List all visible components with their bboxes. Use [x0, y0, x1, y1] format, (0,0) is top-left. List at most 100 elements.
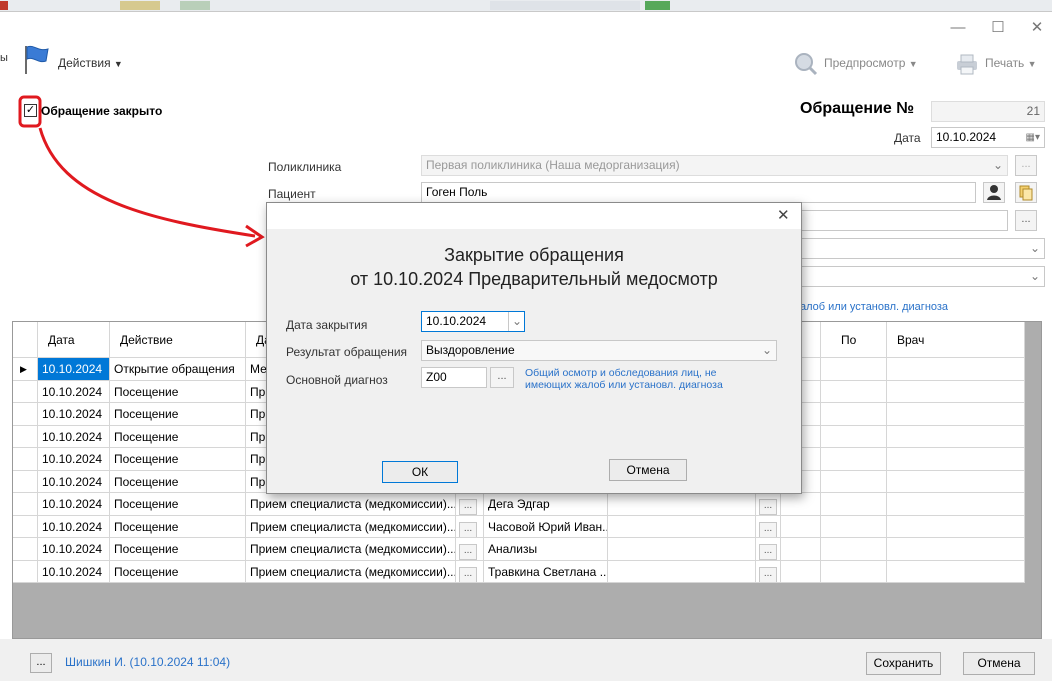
cell-doctor-name: [887, 493, 1025, 516]
diagnosis-code-field[interactable]: Z00: [421, 367, 487, 388]
chevron-down-icon: ▼: [908, 59, 918, 69]
copy-icon[interactable]: [1015, 182, 1037, 203]
chevron-down-icon[interactable]: ⌄: [507, 312, 522, 331]
cell-date: 10.10.2024: [38, 470, 110, 493]
row-dots-button[interactable]: ...: [759, 566, 777, 583]
strip-segment: [120, 1, 160, 10]
cell-blank: [608, 493, 756, 516]
cell-doctor: Часовой Юрий Иван...: [484, 515, 608, 538]
chevron-down-icon: ⌄: [1029, 241, 1040, 255]
row3-dots-button[interactable]: ...: [1015, 210, 1037, 231]
date-label: Дата: [894, 131, 921, 145]
date-field[interactable]: 10.10.2024 ▦▾: [931, 127, 1045, 148]
person-icon[interactable]: [983, 182, 1005, 203]
cell-type: Прием специалиста (медкомиссии)...: [246, 515, 456, 538]
diagnosis-link-fragment[interactable]: алоб или установл. диагноза: [800, 301, 948, 313]
row-header: [13, 538, 38, 561]
cell-blank2: [781, 560, 821, 583]
row-dots-button[interactable]: ...: [759, 499, 777, 515]
row-dots-button[interactable]: ...: [459, 566, 477, 583]
table-row[interactable]: 10.10.2024 Посещение Прием специалиста (ме…: [13, 515, 1025, 538]
row-header-corner: [13, 322, 38, 358]
case-number-field: 21: [931, 101, 1045, 122]
cell-to: [821, 538, 887, 561]
column-header-date[interactable]: Дата: [38, 322, 110, 358]
hidden-dropdown-row4[interactable]: ⌄: [780, 238, 1045, 259]
preview-button[interactable]: Предпросмотр ▼: [824, 56, 918, 70]
footer-bar: ... Шишкин И. (10.10.2024 11:04) Сохрани…: [0, 639, 1052, 681]
cell-doctor-name: [887, 448, 1025, 471]
row-header: [13, 380, 38, 403]
date-value: 10.10.2024: [936, 130, 997, 144]
diagnosis-description-link[interactable]: Общий осмотр и обследования лиц, не имею…: [525, 367, 723, 391]
row-header: ▶: [13, 358, 38, 381]
column-header-doctor[interactable]: Врач: [887, 322, 1025, 358]
closed-checkbox[interactable]: ✓: [24, 104, 37, 117]
table-row[interactable]: 10.10.2024 Посещение Прием специалиста (ме…: [13, 538, 1025, 561]
cell-dots: ...: [756, 560, 781, 583]
ok-button[interactable]: ОК: [382, 461, 458, 483]
hidden-field-row3[interactable]: [780, 210, 1008, 231]
calendar-dropdown-icon[interactable]: ▦▾: [1026, 128, 1040, 147]
actions-menu[interactable]: Действия ▼: [58, 56, 123, 70]
column-header-action[interactable]: Действие: [110, 322, 246, 358]
row-header: [13, 425, 38, 448]
cell-date: 10.10.2024: [38, 493, 110, 516]
cell-to: [821, 358, 887, 381]
patient-label: Пациент: [268, 187, 316, 201]
result-label: Результат обращения: [286, 345, 408, 359]
clinic-dots-button[interactable]: ...: [1015, 155, 1037, 176]
minimize-icon[interactable]: —: [948, 18, 968, 38]
footer-cancel-button[interactable]: Отмена: [963, 652, 1035, 675]
row-dots-button[interactable]: ...: [459, 521, 477, 538]
annotation-arrow-line: [38, 127, 256, 238]
row-dots-button[interactable]: ...: [459, 544, 477, 560]
cell-to: [821, 515, 887, 538]
print-button[interactable]: Печать ▼: [985, 56, 1037, 70]
hidden-dropdown-row5[interactable]: ⌄: [780, 266, 1045, 287]
cell-blank: [608, 560, 756, 583]
column-header-to[interactable]: По: [821, 322, 887, 358]
table-row[interactable]: 10.10.2024 Посещение Прием специалиста (ме…: [13, 560, 1025, 583]
cell-to: [821, 448, 887, 471]
parent-window-strip: [0, 0, 1052, 12]
dialog-cancel-button[interactable]: Отмена: [609, 459, 687, 481]
cell-action: Посещение: [110, 425, 246, 448]
close-window-icon[interactable]: ✕: [1027, 18, 1047, 38]
cell-action: Посещение: [110, 493, 246, 516]
cell-date: 10.10.2024: [38, 358, 110, 381]
clinic-field: Первая поликлиника (Наша медорганизация)…: [421, 155, 1008, 176]
close-date-field[interactable]: 10.10.2024 ⌄: [421, 311, 525, 332]
author-link[interactable]: Шишкин И. (10.10.2024 11:04): [65, 655, 230, 669]
table-row[interactable]: 10.10.2024 Посещение Прием специалиста (ме…: [13, 493, 1025, 516]
cell-to: [821, 425, 887, 448]
diagnosis-dots-button[interactable]: ...: [490, 367, 514, 388]
patient-field[interactable]: Гоген Поль: [421, 182, 976, 203]
cell-blank: [608, 515, 756, 538]
cell-type-dots: ...: [456, 560, 484, 583]
cell-dots: ...: [756, 515, 781, 538]
row-dots-button[interactable]: ...: [759, 544, 777, 560]
cell-doctor-name: [887, 380, 1025, 403]
diagnosis-text-line2: имеющих жалоб или установл. диагноза: [525, 379, 723, 391]
printer-icon: [957, 54, 977, 75]
row-header: [13, 515, 38, 538]
cell-action: Открытие обращения: [110, 358, 246, 381]
row-dots-button[interactable]: ...: [459, 499, 477, 515]
footer-dots-button[interactable]: ...: [30, 653, 52, 673]
result-value: Выздоровление: [426, 343, 515, 357]
cell-to: [821, 470, 887, 493]
actions-flag-icon: [25, 45, 49, 74]
cell-type: Прием специалиста (медкомиссии)...: [246, 538, 456, 561]
result-dropdown[interactable]: Выздоровление ⌄: [421, 340, 777, 361]
chevron-down-icon: ▼: [113, 59, 123, 69]
save-button[interactable]: Сохранить: [866, 652, 941, 675]
chevron-down-icon: ▼: [1027, 59, 1037, 69]
close-date-label: Дата закрытия: [286, 318, 368, 332]
row-dots-button[interactable]: ...: [759, 521, 777, 538]
cell-blank: [608, 538, 756, 561]
dialog-close-icon[interactable]: ✕: [777, 206, 790, 224]
chevron-down-icon: ⌄: [1029, 269, 1040, 283]
cell-doctor-name: [887, 470, 1025, 493]
maximize-icon[interactable]: ☐: [988, 18, 1008, 38]
